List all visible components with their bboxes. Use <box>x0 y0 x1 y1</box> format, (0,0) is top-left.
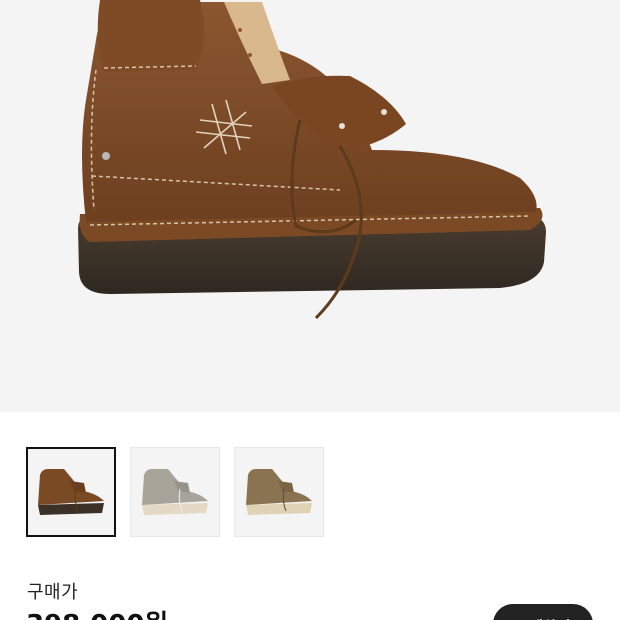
price-value: 398,000원 <box>26 604 168 620</box>
brown-boot-thumb-icon <box>38 469 104 515</box>
thumbnail-olive[interactable] <box>234 447 324 537</box>
product-main-image[interactable] <box>0 0 620 412</box>
boot-illustration <box>78 0 546 320</box>
thumbnail-strip <box>26 447 324 537</box>
price-label: 구매가 <box>27 582 79 603</box>
olive-boot-thumb-icon <box>246 469 312 515</box>
buy-button[interactable]: 구매하기 <box>493 604 593 620</box>
thumbnail-grey[interactable] <box>130 447 220 537</box>
product-page: 구매가 398,000원 구매하기 <box>0 0 620 620</box>
grey-boot-thumb-icon <box>142 469 208 515</box>
thumbnail-brown[interactable] <box>26 447 116 537</box>
